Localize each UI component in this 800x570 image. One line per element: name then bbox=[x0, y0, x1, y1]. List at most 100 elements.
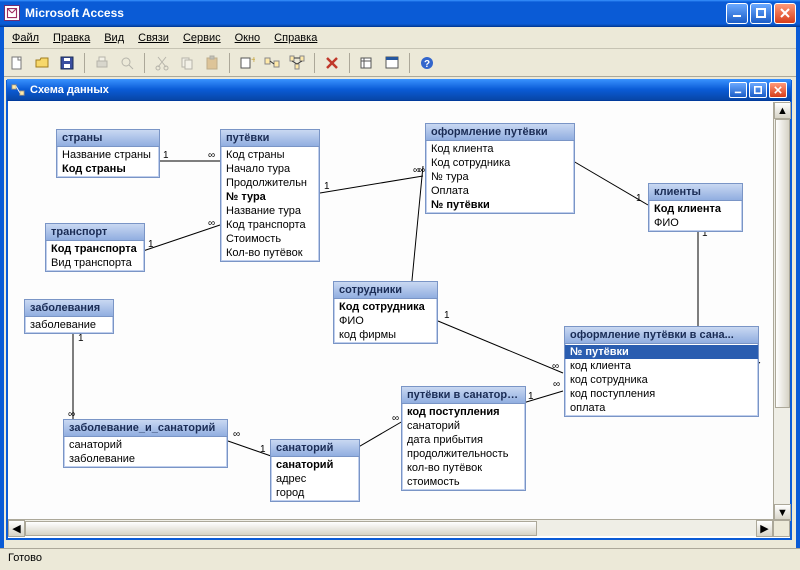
table-field[interactable]: Код страны bbox=[57, 162, 159, 176]
table-field[interactable]: санаторий bbox=[402, 419, 525, 433]
child-maximize-button[interactable] bbox=[749, 82, 767, 98]
child-minimize-button[interactable] bbox=[729, 82, 747, 98]
menu-help[interactable]: Справка bbox=[268, 30, 323, 46]
help-icon[interactable]: ? bbox=[416, 52, 438, 74]
table-field[interactable]: код фирмы bbox=[334, 328, 437, 342]
table-header[interactable]: оформление путёвки bbox=[426, 124, 574, 141]
table-field[interactable]: код клиента bbox=[565, 359, 758, 373]
table-countries[interactable]: страны Название страны Код страны bbox=[56, 129, 160, 178]
scroll-left-button[interactable]: ◀ bbox=[8, 520, 25, 537]
svg-text:1: 1 bbox=[148, 239, 154, 250]
table-sanatorium[interactable]: санаторий санаторий адрес город bbox=[270, 439, 360, 502]
menu-tools[interactable]: Сервис bbox=[177, 30, 227, 46]
new-object-icon[interactable] bbox=[356, 52, 378, 74]
table-diseases[interactable]: заболевания заболевание bbox=[24, 299, 114, 334]
svg-text:?: ? bbox=[424, 59, 430, 70]
table-booking[interactable]: оформление путёвки Код клиента Код сотру… bbox=[425, 123, 575, 214]
relationships-canvas[interactable]: 1∞ 1∞ 1∞ 1∞ 1∞ 1∞ 1∞ 1∞ 1∞ 1∞ 1∞ страны bbox=[8, 101, 790, 519]
table-field[interactable]: Оплата bbox=[426, 184, 574, 198]
table-field[interactable]: Код сотрудника bbox=[334, 300, 437, 314]
db-window-icon[interactable] bbox=[381, 52, 403, 74]
table-field[interactable]: кол-во путёвок bbox=[402, 461, 525, 475]
table-field[interactable]: Код транспорта bbox=[221, 218, 319, 232]
table-field[interactable]: Название тура bbox=[221, 204, 319, 218]
table-field[interactable]: Начало тура bbox=[221, 162, 319, 176]
svg-text:∞: ∞ bbox=[552, 361, 559, 372]
table-header[interactable]: транспорт bbox=[46, 224, 144, 241]
show-all-icon[interactable] bbox=[286, 52, 308, 74]
minimize-button[interactable] bbox=[726, 3, 748, 24]
table-field[interactable]: Продолжительн bbox=[221, 176, 319, 190]
table-field[interactable]: заболевание bbox=[64, 452, 227, 466]
table-field[interactable]: Название страны bbox=[57, 148, 159, 162]
horizontal-scrollbar[interactable]: ◀ ▶ bbox=[8, 519, 790, 536]
svg-text:1: 1 bbox=[444, 310, 450, 321]
table-field[interactable]: продолжительность bbox=[402, 447, 525, 461]
close-button[interactable] bbox=[774, 3, 796, 24]
table-field[interactable]: Вид транспорта bbox=[46, 256, 144, 270]
table-header[interactable]: санаторий bbox=[271, 440, 359, 457]
table-clients[interactable]: клиенты Код клиента ФИО bbox=[648, 183, 743, 232]
scroll-thumb[interactable] bbox=[775, 119, 790, 408]
table-header[interactable]: заболевания bbox=[25, 300, 113, 317]
table-header[interactable]: сотрудники bbox=[334, 282, 437, 299]
menu-file[interactable]: Файл bbox=[6, 30, 45, 46]
table-header[interactable]: заболевание_и_санаторий bbox=[64, 420, 227, 437]
menu-edit[interactable]: Правка bbox=[47, 30, 96, 46]
menu-rel[interactable]: Связи bbox=[132, 30, 175, 46]
table-field[interactable]: код сотрудника bbox=[565, 373, 758, 387]
scroll-up-button[interactable]: ▲ bbox=[774, 102, 791, 119]
table-header[interactable]: путёвки в санаторий bbox=[402, 387, 525, 404]
app-title: Microsoft Access bbox=[25, 6, 726, 20]
table-field[interactable]: адрес bbox=[271, 472, 359, 486]
table-field[interactable]: Код клиента bbox=[649, 202, 742, 216]
table-field[interactable]: № путёвки bbox=[426, 198, 574, 212]
table-header[interactable]: клиенты bbox=[649, 184, 742, 201]
table-field[interactable]: Код сотрудника bbox=[426, 156, 574, 170]
save-icon[interactable] bbox=[56, 52, 78, 74]
table-field[interactable]: заболевание bbox=[25, 318, 113, 332]
table-field[interactable]: Код клиента bbox=[426, 142, 574, 156]
relationships-titlebar[interactable]: Схема данных bbox=[7, 79, 791, 101]
table-field[interactable]: Код транспорта bbox=[46, 242, 144, 256]
table-san-booking[interactable]: оформление путёвки в сана... № путёвки к… bbox=[564, 326, 759, 417]
table-field[interactable]: ФИО bbox=[649, 216, 742, 230]
table-field[interactable]: код поступления bbox=[402, 405, 525, 419]
table-field[interactable]: стоимость bbox=[402, 475, 525, 489]
table-field[interactable]: дата прибытия bbox=[402, 433, 525, 447]
table-staff[interactable]: сотрудники Код сотрудника ФИО код фирмы bbox=[333, 281, 438, 344]
table-header[interactable]: путёвки bbox=[221, 130, 319, 147]
scroll-right-button[interactable]: ▶ bbox=[756, 520, 773, 537]
table-field[interactable]: № путёвки bbox=[565, 345, 758, 359]
table-field[interactable]: Кол-во путёвок bbox=[221, 246, 319, 260]
show-table-icon[interactable]: + bbox=[236, 52, 258, 74]
vertical-scrollbar[interactable]: ▲ ▼ bbox=[773, 102, 790, 521]
table-field[interactable]: санаторий bbox=[271, 458, 359, 472]
delete-icon[interactable] bbox=[321, 52, 343, 74]
table-field[interactable]: Стоимость bbox=[221, 232, 319, 246]
table-vouchers[interactable]: путёвки Код страны Начало тура Продолжит… bbox=[220, 129, 320, 262]
table-header[interactable]: оформление путёвки в сана... bbox=[565, 327, 758, 344]
menu-window[interactable]: Окно bbox=[229, 30, 267, 46]
app-logo-icon bbox=[4, 5, 20, 21]
open-icon[interactable] bbox=[31, 52, 53, 74]
scroll-thumb[interactable] bbox=[25, 521, 537, 536]
table-field[interactable]: Код страны bbox=[221, 148, 319, 162]
table-transport[interactable]: транспорт Код транспорта Вид транспорта bbox=[45, 223, 145, 272]
table-disease-sanatorium[interactable]: заболевание_и_санаторий санаторий заболе… bbox=[63, 419, 228, 468]
table-header[interactable]: страны bbox=[57, 130, 159, 147]
table-field[interactable]: ФИО bbox=[334, 314, 437, 328]
maximize-button[interactable] bbox=[750, 3, 772, 24]
table-field[interactable]: код поступления bbox=[565, 387, 758, 401]
table-field[interactable]: № тура bbox=[426, 170, 574, 184]
show-direct-icon[interactable] bbox=[261, 52, 283, 74]
table-field[interactable]: оплата bbox=[565, 401, 758, 415]
table-field[interactable]: санаторий bbox=[64, 438, 227, 452]
table-san-vouchers[interactable]: путёвки в санаторий код поступления сана… bbox=[401, 386, 526, 491]
svg-text:1: 1 bbox=[78, 333, 84, 344]
table-field[interactable]: № тура bbox=[221, 190, 319, 204]
new-icon[interactable] bbox=[6, 52, 28, 74]
table-field[interactable]: город bbox=[271, 486, 359, 500]
child-close-button[interactable] bbox=[769, 82, 787, 98]
menu-view[interactable]: Вид bbox=[98, 30, 130, 46]
